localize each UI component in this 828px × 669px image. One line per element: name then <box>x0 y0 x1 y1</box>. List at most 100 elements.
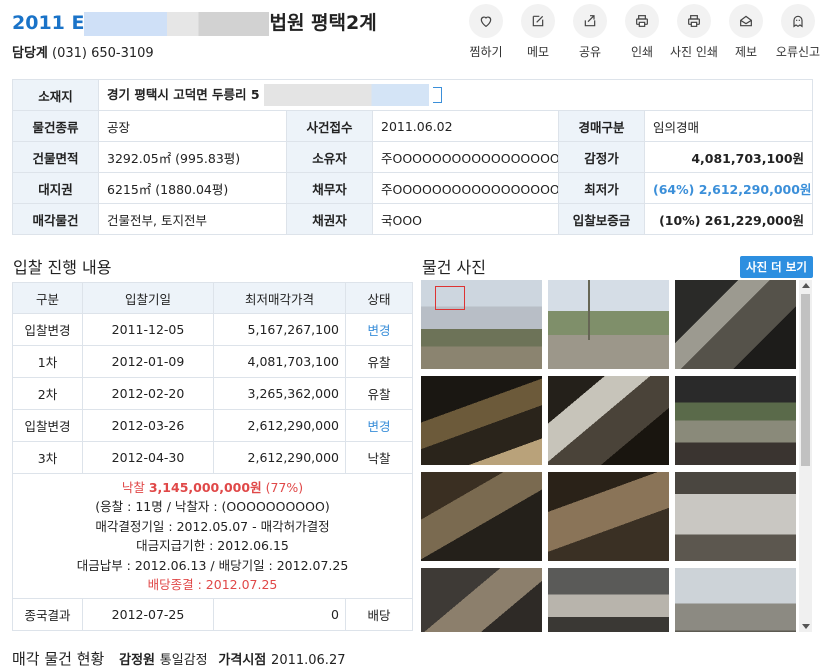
photo-print-icon <box>688 15 700 27</box>
report-button[interactable]: 제보 <box>720 4 772 60</box>
column-header: 구분 <box>12 282 83 314</box>
property-photo[interactable] <box>421 280 542 369</box>
property-photo[interactable] <box>675 280 796 369</box>
contact-phone: (031) 650-3109 <box>52 46 154 61</box>
property-photo[interactable] <box>548 472 669 561</box>
photo-print-label: 사진 인쇄 <box>670 45 718 59</box>
memo-icon <box>532 15 544 27</box>
column-header: 상태 <box>345 282 413 314</box>
redacted-block <box>84 11 270 36</box>
date-cell: 2012-01-09 <box>82 345 214 378</box>
location-value: 경기 평택시 고덕면 두릉리 5 <box>107 86 260 102</box>
info-value: 임의경매 <box>643 110 814 142</box>
info-row: 매각물건 건물전부, 토지전부 채권자 국OOO 입찰보증금 (10%) 261… <box>12 203 814 235</box>
scroll-down-icon[interactable] <box>802 624 810 629</box>
info-header: 최저가 <box>558 172 645 204</box>
info-value: 3292.05㎡ (995.83평) <box>98 141 287 173</box>
property-photo[interactable] <box>421 376 542 465</box>
info-header: 사건접수 <box>286 110 373 142</box>
property-photo[interactable] <box>675 472 796 561</box>
more-photos-button[interactable]: 사진 더 보기 <box>740 256 813 278</box>
info-value: 주OOOOOOOOOOOOOOOOO... <box>372 172 559 204</box>
photo-grid <box>421 280 798 632</box>
info-row: 건물면적 3292.05㎡ (995.83평) 소유자 주OOOOOOOOOOO… <box>12 141 814 173</box>
round-cell: 입찰변경 <box>12 409 83 442</box>
error-report-label: 오류신고 <box>775 45 821 59</box>
sale-summary: 낙찰 3,145,000,000원 (77%) (응찰 : 11명 / 낙찰자 … <box>12 473 413 599</box>
map-link-icon[interactable] <box>433 87 443 104</box>
info-header: 소유자 <box>286 141 373 173</box>
report-icon <box>740 15 752 27</box>
property-photo[interactable] <box>548 280 669 369</box>
scroll-thumb[interactable] <box>801 294 810 466</box>
photo-scrollbar[interactable] <box>799 280 812 632</box>
round-cell: 3차 <box>12 441 83 474</box>
info-row: 물건종류 공장 사건접수 2011.06.02 경매구분 임의경매 <box>12 110 814 142</box>
sold-label: 낙찰 <box>121 479 145 495</box>
info-header: 건물면적 <box>12 141 99 173</box>
sold-price: 3,145,000,000원 <box>148 479 262 495</box>
print-icon <box>636 15 648 27</box>
info-value: 주OOOOOOOOOOOOOOOOO... <box>372 141 559 173</box>
info-value: 공장 <box>98 110 287 142</box>
deposit-value: (10%) 261,229,000원 <box>643 203 814 235</box>
status-cell: 유찰 <box>345 345 413 378</box>
favorite-button[interactable]: 찜하기 <box>460 4 512 60</box>
status-cell: 배당 <box>345 598 413 631</box>
property-info-table: 소재지 경기 평택시 고덕면 두릉리 5 물건종류 공장 사건접수 2011.0… <box>12 79 814 235</box>
price-cell: 3,265,362,000 <box>213 377 346 410</box>
info-value: 6215㎡ (1880.04평) <box>98 172 287 204</box>
property-photo[interactable] <box>548 376 669 465</box>
scroll-up-icon[interactable] <box>802 283 810 288</box>
status-link[interactable]: 변경 <box>345 409 413 442</box>
contact-line: 담당계 (031) 650-3109 <box>12 42 154 61</box>
contact-label: 담당계 <box>12 46 48 61</box>
info-header: 채권자 <box>286 203 373 235</box>
case-year: 2011 E <box>12 12 85 34</box>
memo-label: 메모 <box>526 45 550 59</box>
favorite-label: 찜하기 <box>469 45 503 59</box>
round-cell: 종국결과 <box>12 598 83 631</box>
status-link[interactable]: 변경 <box>345 313 413 346</box>
location-cell: 경기 평택시 고덕면 두릉리 5 <box>97 79 814 111</box>
heart-icon <box>480 16 492 28</box>
info-header: 대지권 <box>12 172 99 204</box>
info-header: 입찰보증금 <box>558 203 645 235</box>
property-photo[interactable] <box>675 568 796 632</box>
price-point-value: 2011.06.27 <box>271 653 346 668</box>
price-cell: 0 <box>213 598 346 631</box>
info-header: 감정가 <box>558 141 645 173</box>
round-cell: 1차 <box>12 345 83 378</box>
round-cell: 2차 <box>12 377 83 410</box>
payment-line: 대금납부 : 2012.06.13 / 배당기일 : 2012.07.25 <box>76 557 349 573</box>
action-toolbar: 찜하기 메모 공유 인쇄 사진 인쇄 제보 오류신고 <box>460 4 824 60</box>
sold-line: 낙찰 3,145,000,000원 (77%) <box>19 478 406 498</box>
price-cell: 5,167,267,100 <box>213 313 346 346</box>
bid-header-row: 구분 입찰기일 최저매각가격 상태 <box>12 282 413 314</box>
memo-button[interactable]: 메모 <box>512 4 564 60</box>
bidders-line: (응찰 : 11명 / 낙찰자 : (OOOOOOOOOO) <box>95 499 330 514</box>
photo-print-button[interactable]: 사진 인쇄 <box>668 4 720 60</box>
sale-status-title: 매각 물건 현황 <box>12 650 105 668</box>
property-photo[interactable] <box>548 568 669 632</box>
info-header: 경매구분 <box>558 110 645 142</box>
share-button[interactable]: 공유 <box>564 4 616 60</box>
property-photo[interactable] <box>421 472 542 561</box>
property-photo[interactable] <box>421 568 542 632</box>
info-header: 매각물건 <box>12 203 99 235</box>
appraisal-value: 4,081,703,100원 <box>643 141 814 173</box>
print-label: 인쇄 <box>630 45 654 59</box>
date-cell: 2012-02-20 <box>82 377 214 410</box>
payment-deadline-line: 대금지급기한 : 2012.06.15 <box>136 538 289 553</box>
case-court: 법원 평택2계 <box>269 12 377 34</box>
info-value: 국OOO <box>372 203 559 235</box>
info-row: 대지권 6215㎡ (1880.04평) 채무자 주OOOOOOOOOOOOOO… <box>12 172 814 204</box>
column-header: 입찰기일 <box>82 282 214 314</box>
case-title: 2011 E 법원 평택2계 <box>12 8 377 36</box>
location-label: 소재지 <box>12 79 99 111</box>
property-photo[interactable] <box>675 376 796 465</box>
error-report-button[interactable]: 오류신고 <box>772 4 824 60</box>
print-button[interactable]: 인쇄 <box>616 4 668 60</box>
minimum-price-value: (64%) 2,612,290,000원 <box>643 172 814 204</box>
column-header: 최저매각가격 <box>213 282 346 314</box>
